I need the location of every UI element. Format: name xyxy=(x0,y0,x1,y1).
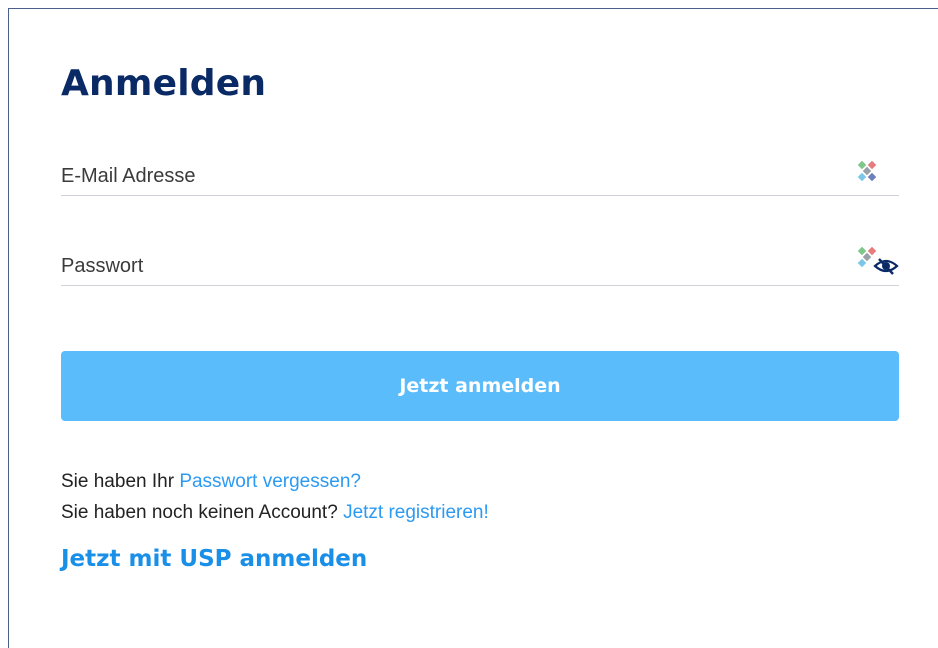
usp-login-link[interactable]: Jetzt mit USP anmelden xyxy=(61,546,367,572)
page-title: Anmelden xyxy=(61,63,267,104)
forgot-password-prefix: Sie haben Ihr xyxy=(61,471,180,492)
forgot-password-link[interactable]: Passwort vergessen? xyxy=(179,471,361,492)
password-manager-icon[interactable] xyxy=(856,160,878,183)
email-field-container xyxy=(61,160,899,196)
register-link[interactable]: Jetzt registrieren! xyxy=(343,502,489,523)
password-field[interactable] xyxy=(61,251,841,281)
password-field-container xyxy=(61,246,899,286)
login-button[interactable]: Jetzt anmelden xyxy=(61,351,899,421)
login-card: Anmelden E-Mail Adresse Jetzt anmelden S… xyxy=(8,8,938,648)
email-field[interactable] xyxy=(61,161,841,191)
eye-icon[interactable] xyxy=(873,255,899,277)
register-prefix: Sie haben noch keinen Account? xyxy=(61,502,344,523)
register-text: Sie haben noch keinen Account? Jetzt reg… xyxy=(61,502,489,524)
forgot-password-text: Sie haben Ihr Passwort vergessen? xyxy=(61,471,361,493)
